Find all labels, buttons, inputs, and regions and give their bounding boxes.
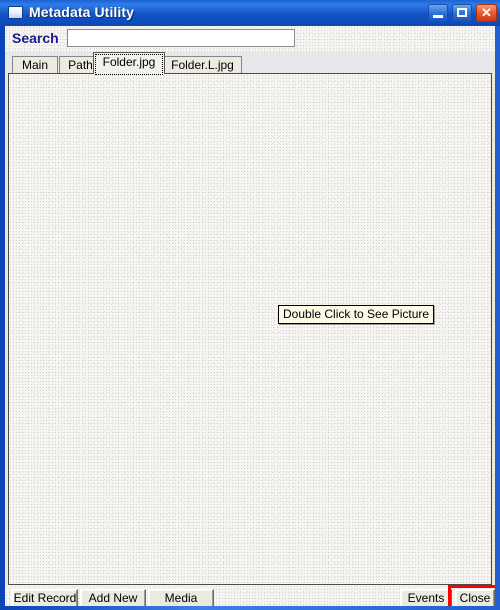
- maximize-icon: [457, 8, 467, 17]
- application-window: Metadata Utility ✕ Search Main Path Fold: [0, 0, 500, 610]
- close-icon: ✕: [481, 5, 492, 20]
- media-label: Media: [164, 591, 198, 605]
- media-button[interactable]: Media: [148, 589, 214, 606]
- maximize-button[interactable]: [452, 4, 472, 22]
- form-footer: Edit Record Add New Media Events Close: [5, 585, 495, 606]
- form-header: Search: [5, 26, 495, 52]
- add-new-label: Add New: [88, 591, 138, 605]
- close-form-button[interactable]: Close: [455, 589, 495, 606]
- minimize-button[interactable]: [428, 4, 448, 22]
- search-label: Search: [12, 30, 59, 46]
- events-button[interactable]: Events: [400, 589, 452, 606]
- edit-record-label: Edit Record: [13, 591, 77, 605]
- close-form-label: Close: [459, 591, 491, 605]
- edit-record-button[interactable]: Edit Record: [12, 589, 78, 606]
- picture-hint-label[interactable]: Double Click to See Picture: [278, 305, 435, 324]
- events-label: Events: [407, 591, 445, 605]
- tab-strip: Main Path Folder.jpg Folder.L.jpg: [8, 52, 492, 75]
- tab-folder-l-jpg[interactable]: Folder.L.jpg: [163, 56, 242, 74]
- tab-folder-jpg-label: Folder.jpg: [102, 55, 156, 69]
- search-input[interactable]: [67, 29, 295, 47]
- tab-main-label: Main: [21, 58, 48, 72]
- form-client-area: Search Main Path Folder.jpg Folder.L.jpg…: [5, 26, 495, 606]
- window-title: Metadata Utility: [29, 4, 135, 20]
- picture-panel[interactable]: Double Click to See Picture: [8, 73, 492, 585]
- add-new-button[interactable]: Add New: [80, 589, 146, 606]
- application-icon: [8, 6, 23, 19]
- tab-folder-jpg[interactable]: Folder.jpg: [93, 52, 165, 75]
- tab-path-label: Path: [68, 58, 93, 72]
- title-bar: Metadata Utility ✕: [0, 0, 500, 26]
- tab-folder-l-jpg-label: Folder.L.jpg: [171, 58, 234, 72]
- minimize-icon: [433, 15, 443, 18]
- close-window-button[interactable]: ✕: [476, 4, 497, 22]
- tab-main[interactable]: Main: [12, 56, 58, 74]
